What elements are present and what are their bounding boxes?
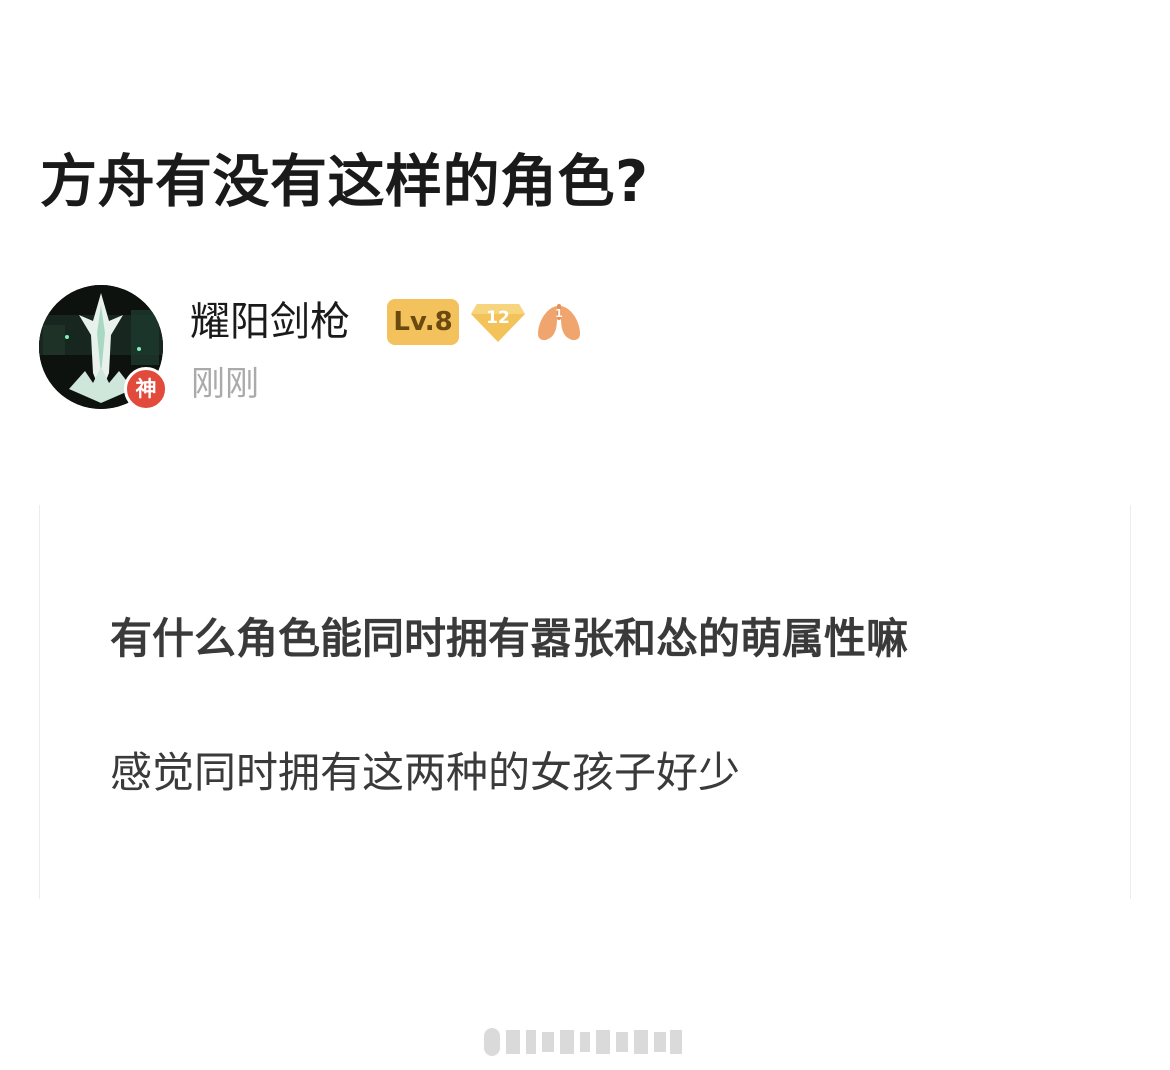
god-badge: 神 xyxy=(124,367,168,411)
post-timestamp: 刚刚 xyxy=(191,364,259,404)
author-name[interactable]: 耀阳剑枪 xyxy=(190,297,350,347)
watermark-icon xyxy=(484,1028,682,1056)
post-title: 方舟有没有这样的角色? xyxy=(40,149,649,215)
lung-icon: 1 xyxy=(538,304,580,341)
post-body-line2: 感觉同时拥有这两种的女孩子好少 xyxy=(110,748,741,797)
diamond-number: 12 xyxy=(486,308,510,328)
level-badge: Lv.8 xyxy=(387,299,459,345)
lung-number: 1 xyxy=(555,307,563,320)
post-body-line1: 有什么角色能同时拥有嚣张和怂的萌属性嘛 xyxy=(110,614,909,663)
post-content-box xyxy=(39,505,1131,899)
